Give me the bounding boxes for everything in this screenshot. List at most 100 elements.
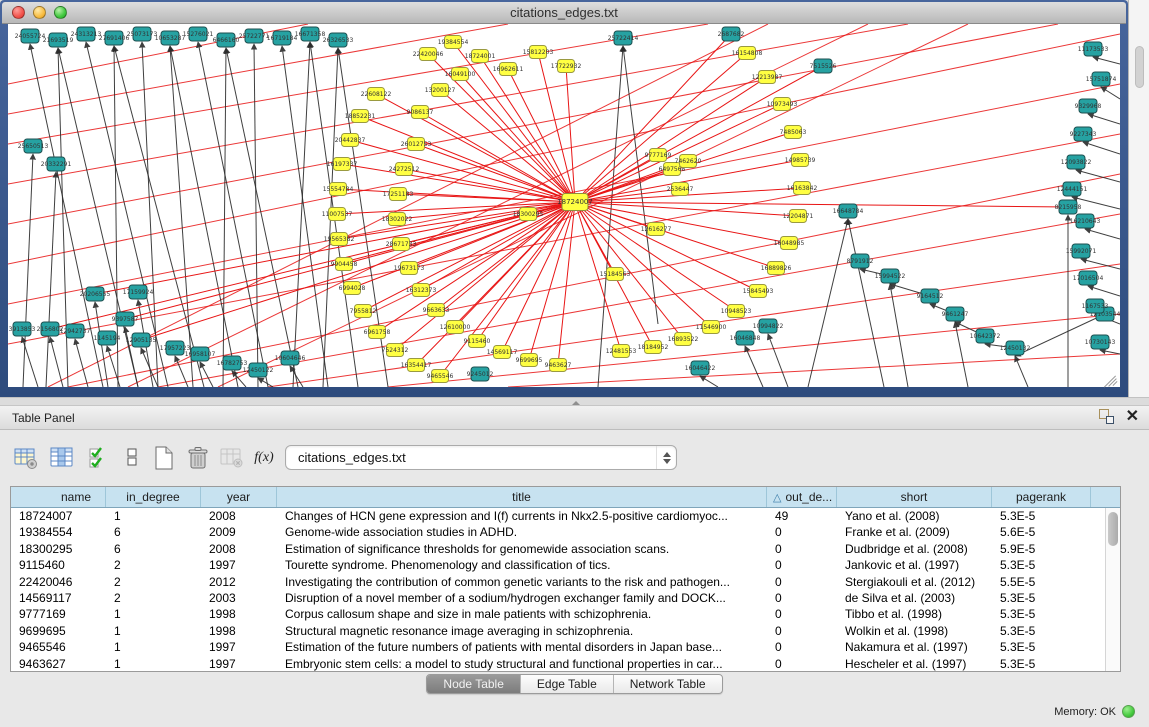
table-scrollbar-thumb[interactable] [1108,512,1118,546]
graph-node-label: 19565382 [324,236,355,243]
black-edge [745,346,763,387]
tab-edge-table[interactable]: Edge Table [521,675,614,693]
application-root: citations_edges.txt 24055724216935192431… [0,0,1149,727]
black-edge [170,46,193,387]
memory-status-label: Memory: OK [1054,706,1116,718]
table-row[interactable]: 1872400712008Changes of HCN gene express… [11,508,1105,524]
black-edge [1085,229,1120,239]
graph-node-label: 25722771 [239,33,270,40]
table-cell: 2 [106,574,201,590]
graph-node-label: 20442837 [335,137,366,144]
table-cell: 0 [767,590,837,606]
graph-node-label: 13200127 [425,87,456,94]
status-bar: Memory: OK [0,698,1149,727]
graph-node-label: 9663633 [423,307,450,314]
column-header-year[interactable]: year [201,487,277,507]
mini-scrollbar-thumb[interactable] [1135,46,1144,88]
table-row[interactable]: 2242004622012Investigating the contribut… [11,574,1105,590]
graph-node-label: 10973493 [767,101,798,108]
table-cell: 0 [767,557,837,573]
graph-node-label: 10994822 [753,323,784,330]
window-titlebar[interactable]: citations_edges.txt [2,2,1126,24]
select-columns-button[interactable] [48,444,76,472]
table-cell: 18300295 [11,541,106,557]
table-row[interactable]: 946362711997Embryonic stem cells: a mode… [11,656,1105,671]
memory-ok-indicator-icon [1122,705,1135,718]
network-window[interactable]: citations_edges.txt 24055724216935192431… [0,0,1128,397]
table-row[interactable]: 946554611997Estimation of the future num… [11,639,1105,655]
citation-edge [477,202,575,341]
graph-node-label: 9904458 [331,261,358,268]
column-header-name[interactable]: name [11,487,106,507]
table-cell: Nakamura et al. (1997) [837,639,992,655]
function-builder-button[interactable]: f(x) [250,444,278,472]
table-cell: Tourette syndrome. Phenomenology and cla… [277,557,767,573]
graph-node-label: 7524312 [382,347,409,354]
table-cell: 1997 [201,656,277,671]
divider-handle-icon[interactable] [570,400,580,405]
delete-table-button[interactable] [184,444,212,472]
row-height-button[interactable] [118,444,146,472]
table-cell: 5.9E-5 [992,541,1091,557]
citation-edge [440,90,575,202]
graph-node-label: 25650513 [18,143,49,150]
table-row[interactable]: 1830029562008Estimation of significance … [11,541,1105,557]
table-cell: 5.3E-5 [992,606,1091,622]
graph-node-label: 16889826 [761,265,792,272]
network-canvas[interactable]: 2405572421693519243132132769140625073173… [8,24,1120,387]
table-selector-dropdown[interactable]: citations_edges.txt [285,445,677,470]
table-cell: Corpus callosum shape and size in male p… [277,606,767,622]
column-header-pagerank[interactable]: pagerank [992,487,1091,507]
black-edge [1101,87,1120,99]
column-header-out-degree[interactable]: △ out_de... [767,487,837,507]
table-cell: 1 [106,508,201,524]
table-row[interactable]: 1938455462009Genome-wide association stu… [11,524,1105,540]
graph-node-label: 18300295 [513,211,544,218]
table-row[interactable]: 969969511998Structural magnetic resonanc… [11,623,1105,639]
graph-node-label: 16648784 [833,208,864,215]
black-edge [1088,114,1120,124]
table-cell: 2008 [201,541,277,557]
table-row[interactable]: 977716911998Corpus callosum shape and si… [11,606,1105,622]
graph-node-label: 17722932 [551,63,582,70]
tab-node-table[interactable]: Node Table [427,675,521,693]
column-header-in-degree[interactable]: in_degree [106,487,201,507]
graph-node-label: 9465546 [427,373,454,380]
black-edge [200,362,213,387]
table-row[interactable]: 1456911722003Disruption of a novel membe… [11,590,1105,606]
table-cell: 22420046 [11,574,106,590]
table-row[interactable]: 911546021997Tourette syndrome. Phenomeno… [11,557,1105,573]
table-cell: Investigating the contribution of common… [277,574,767,590]
black-edge [1100,350,1120,354]
graph-node-label: 16719184 [267,35,298,42]
close-panel-icon[interactable]: ✕ [1126,409,1139,424]
float-panel-icon[interactable] [1099,409,1114,424]
split-divider[interactable] [0,397,1149,406]
graph-node-label: 16962611 [493,66,524,73]
graph-node-label: 15751874 [1086,76,1117,83]
column-header-title[interactable]: title [277,487,767,507]
graph-node-label: 19673173 [394,265,425,272]
table-cell: 5.3E-5 [992,639,1091,655]
citation-edge [420,112,575,202]
node-table: name in_degree year title △ out_de... sh… [10,486,1121,672]
graph-node-label: 16958107 [185,351,216,358]
select-attributes-button[interactable] [85,444,113,472]
graph-node-label: 16354417 [401,362,432,369]
table-cell: 1 [106,656,201,671]
table-options-button[interactable] [12,444,40,472]
dropdown-stepper-icon[interactable] [656,446,676,469]
window-resize-grip[interactable] [1104,371,1118,385]
tab-network-table[interactable]: Network Table [614,675,722,693]
table-cell: 2009 [201,524,277,540]
table-cell: 0 [767,541,837,557]
new-table-button[interactable] [150,444,178,472]
table-cell: Estimation of the future numbers of pati… [277,639,767,655]
table-scrollbar[interactable] [1105,508,1120,671]
graph-node-label: 22420046 [413,51,444,58]
graph-node-label: 6466160 [213,37,240,44]
table-cell: Tibbo et al. (1998) [837,606,992,622]
column-header-short[interactable]: short [837,487,992,507]
table-cell: 1 [106,606,201,622]
table-cell: Estimation of significance thresholds fo… [277,541,767,557]
